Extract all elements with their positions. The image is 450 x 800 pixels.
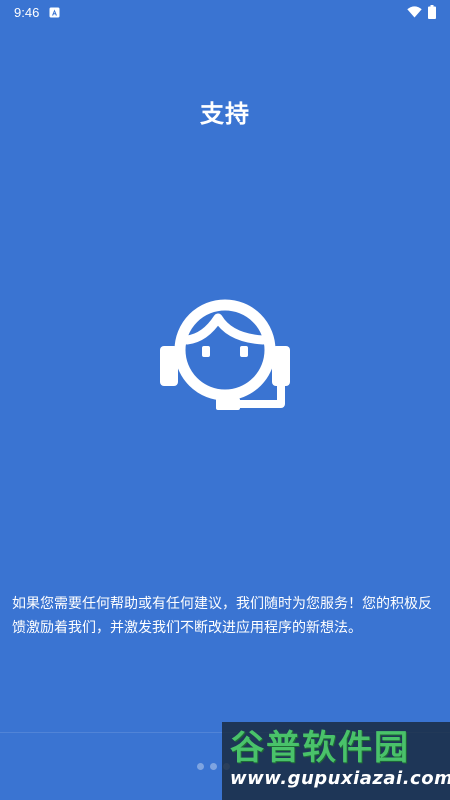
page-title: 支持 bbox=[200, 100, 250, 128]
battery-icon bbox=[428, 5, 436, 19]
watermark-logo: 谷普软件园 www.gupuxiazai.com bbox=[222, 722, 450, 800]
support-description: 如果您需要任何帮助或有任何建议，我们随时为您服务！您的积极反馈激励着我们，并激发… bbox=[12, 596, 432, 636]
watermark-cn-text: 谷普软件园 bbox=[230, 728, 410, 768]
status-bar: 9:46 bbox=[0, 0, 450, 24]
status-bar-right bbox=[407, 5, 436, 19]
page-indicator-dot[interactable] bbox=[197, 763, 204, 770]
status-bar-left: 9:46 bbox=[14, 5, 60, 20]
page-indicator-dot[interactable] bbox=[210, 763, 217, 770]
wifi-icon bbox=[407, 6, 422, 18]
watermark-url-text: www.gupuxiazai.com bbox=[230, 768, 450, 789]
a-notification-icon bbox=[49, 7, 60, 18]
onboarding-screen: 9:46 支持 如果您需要任何帮助或有任何建议，我们随时为您服务！您的积极反馈激… bbox=[0, 0, 450, 800]
status-time: 9:46 bbox=[14, 4, 40, 20]
customer-support-headset-icon bbox=[160, 288, 290, 410]
